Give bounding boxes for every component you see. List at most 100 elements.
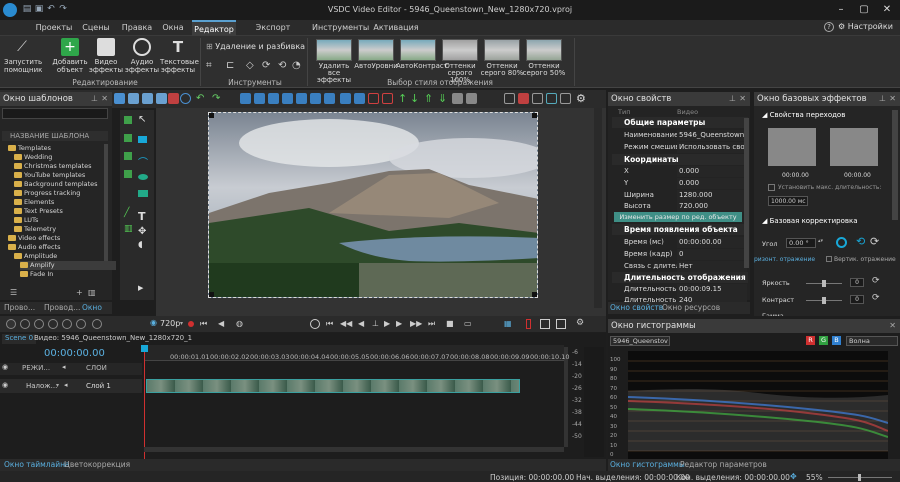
delete-split-button[interactable]: ⊞ Удаление и разбивка <box>206 42 305 51</box>
video-frame[interactable] <box>208 112 538 298</box>
launch-wizard-button[interactable]: ⟋ Запустить помощник <box>4 38 42 80</box>
prev-marker-icon[interactable]: ◀ <box>358 319 364 328</box>
tree-item[interactable]: Text Presets <box>14 207 63 216</box>
select-tool-icon[interactable]: ↖ <box>138 114 146 125</box>
layout-icon[interactable] <box>556 319 566 329</box>
image-tool-icon[interactable] <box>124 134 132 142</box>
tab-histogram[interactable]: Окно гистограммы <box>610 459 685 471</box>
max-duration-input[interactable]: 1000.00 мс <box>768 196 808 206</box>
minimize-button[interactable]: – <box>830 3 852 17</box>
speed-icon[interactable]: ◔ <box>292 60 301 71</box>
video-tab[interactable]: Видео: 5946_Queenstown_New_1280x720_1 <box>34 334 192 342</box>
snap-toggle-icon[interactable] <box>92 319 102 329</box>
preview-vscroll[interactable] <box>594 108 602 308</box>
handle-tl[interactable] <box>209 113 214 118</box>
tree-item[interactable]: Background templates <box>14 180 98 189</box>
tab-prov1[interactable]: Прово... <box>4 302 35 314</box>
rect2-tool-icon[interactable] <box>138 190 148 197</box>
tree-item[interactable]: Amplify <box>20 261 116 270</box>
tree-item[interactable]: Telemetry <box>14 225 56 234</box>
frame-icon[interactable] <box>504 93 515 104</box>
transition-out-preview[interactable] <box>830 128 878 166</box>
contrast-thumb[interactable] <box>822 297 826 304</box>
loop-icon[interactable]: ◍ <box>236 319 243 328</box>
step-back-icon[interactable]: ◀◀ <box>340 319 352 328</box>
timer-icon[interactable] <box>310 319 320 329</box>
speed-button[interactable]: ■ <box>446 319 454 328</box>
trash-icon[interactable]: ▥ <box>88 288 96 297</box>
pin-icon[interactable]: ⊥ <box>879 92 886 106</box>
max-duration-checkbox[interactable] <box>768 184 775 191</box>
tab-prov2[interactable]: Провод... <box>44 302 80 314</box>
prop-link-value[interactable]: Нет <box>677 261 747 272</box>
to-start-icon[interactable]: ⏮ <box>326 319 333 329</box>
section-duration[interactable]: Длительность отображения объекта <box>612 272 748 283</box>
zoom-slider-thumb[interactable] <box>858 474 861 481</box>
basic-correction-header[interactable]: ◢ Базовая корректировка <box>762 217 858 225</box>
tab-scenes[interactable]: Сцены <box>78 20 114 36</box>
style-thumb-remove[interactable] <box>316 39 352 61</box>
prop-x-value[interactable]: 0.000 <box>677 166 747 177</box>
channel-g-toggle[interactable]: G <box>819 336 828 345</box>
split-view-icon[interactable] <box>540 319 550 329</box>
tab-export[interactable]: Экспорт проекта <box>238 20 308 47</box>
prop-y-value[interactable]: 0.000 <box>677 178 747 189</box>
video-tool-icon[interactable] <box>124 152 132 160</box>
help-icon[interactable]: ? <box>824 22 834 32</box>
settings-button[interactable]: ⚙ Настройки <box>838 22 893 31</box>
track-blend-label[interactable]: Налож... <box>26 382 57 390</box>
record-icon[interactable] <box>6 319 16 329</box>
distribute-icon[interactable] <box>324 93 335 104</box>
close-button[interactable]: ✕ <box>876 3 898 17</box>
track-audio-icon[interactable]: ◂ <box>64 381 68 389</box>
record-dot-icon[interactable] <box>188 321 194 327</box>
rotate-ccw-icon[interactable]: ⟲ <box>856 235 865 248</box>
shape-icon[interactable]: ◇ <box>246 60 254 71</box>
to-end-icon[interactable]: ⏭ <box>428 319 435 329</box>
cut-icon[interactable] <box>128 93 139 104</box>
align-middle-icon[interactable] <box>296 93 307 104</box>
histogram-mode-select[interactable]: Волна <box>846 336 898 346</box>
style-thumb-autocontrast[interactable] <box>400 39 436 61</box>
eye-icon[interactable]: ◉ <box>150 318 157 327</box>
layer-down-icon[interactable]: ⇓ <box>438 93 449 104</box>
template-search-input[interactable] <box>2 108 108 119</box>
tab-projects[interactable]: Проекты <box>34 20 74 36</box>
close-panel-icon[interactable]: ✕ <box>889 319 896 333</box>
tree-item[interactable]: Amplitude <box>14 252 57 261</box>
tree-item[interactable]: Video effects <box>8 234 60 243</box>
prop-height-value[interactable]: 720.000 <box>677 201 747 212</box>
transitions-header[interactable]: ◢ Свойства переходов <box>762 111 845 119</box>
speech-tool-icon[interactable]: ◖ <box>138 240 143 250</box>
curve-tool-icon[interactable]: ⌒ <box>138 154 148 169</box>
red-marker-icon[interactable] <box>526 319 531 329</box>
pin-icon[interactable]: ⊥ <box>729 92 736 106</box>
track-layer-name[interactable]: Слой 1 <box>86 382 111 390</box>
resolution-dropdown-icon[interactable]: ▾ <box>180 320 183 327</box>
style-thumb-gray100[interactable] <box>442 39 478 61</box>
flip-h-checkbox[interactable]: ризонт. отражение <box>754 256 815 263</box>
section-coords[interactable]: Координаты <box>612 154 748 165</box>
eye-icon[interactable]: ◉ <box>2 363 8 371</box>
prop-name-value[interactable]: 5946_Queenstown_Ne <box>677 130 747 141</box>
maximize-button[interactable]: ▢ <box>853 3 875 17</box>
handle-tr[interactable] <box>532 113 537 118</box>
channel-b-toggle[interactable]: B <box>832 336 841 345</box>
line-tool-icon[interactable]: ╱ <box>124 208 129 218</box>
pause-icon[interactable] <box>34 319 44 329</box>
expand-icon[interactable] <box>382 93 393 104</box>
tab-windows[interactable]: Окна <box>158 20 188 36</box>
align-top-icon[interactable] <box>282 93 293 104</box>
circle-icon[interactable] <box>180 93 191 104</box>
step-forward-icon[interactable]: ▶▶ <box>410 319 422 328</box>
rect-tool-icon[interactable] <box>138 136 147 143</box>
align-right-icon[interactable] <box>268 93 279 104</box>
close-panel-icon[interactable]: ✕ <box>889 92 896 106</box>
effects-scrollbar[interactable] <box>892 110 898 220</box>
brightness-input[interactable]: 0 <box>850 278 864 287</box>
next-marker-icon[interactable]: ▶ <box>396 319 402 328</box>
chart-tool-icon[interactable]: ▥ <box>124 224 133 234</box>
player-play-icon[interactable]: ▶ <box>384 319 390 328</box>
undo-tool-icon[interactable]: ↶ <box>196 93 207 104</box>
delete-icon[interactable] <box>168 93 179 104</box>
